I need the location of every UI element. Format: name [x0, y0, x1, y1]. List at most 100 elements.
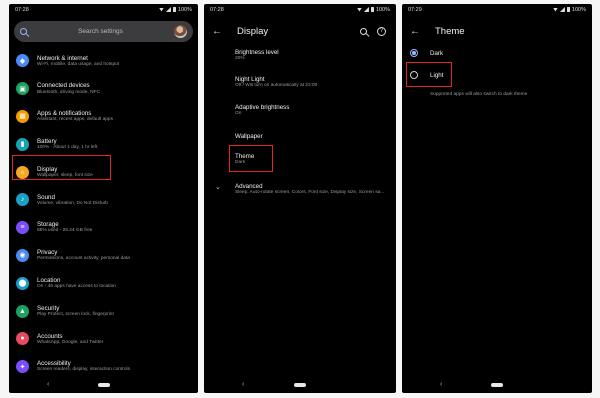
wifi-signal-icon — [356, 7, 362, 12]
cell-signal-icon — [559, 7, 565, 12]
option-label: Light — [430, 71, 444, 79]
search-icon — [20, 28, 27, 35]
item-subtitle: On - 46 apps have access to location — [37, 284, 116, 290]
item-title: Connected devices — [37, 82, 90, 90]
nav-bar: ‹ — [204, 377, 396, 393]
brightness-level-item[interactable]: Brightness level 20% — [235, 49, 392, 62]
nav-back-icon[interactable]: ‹ — [47, 381, 49, 388]
cell-signal-icon — [363, 7, 369, 12]
page-title: Theme — [435, 25, 465, 37]
item-subtitle: Dark — [235, 160, 246, 166]
status-bar: 07:29 100% — [402, 4, 592, 15]
settings-screen: 07:28 100% Search settings ◆ Network & in… — [9, 4, 198, 393]
settings-item-sound[interactable]: ♪ Sound Volume, vibration, Do Not Disturb — [9, 186, 198, 214]
nav-back-icon[interactable]: ‹ — [242, 381, 244, 388]
item-title: Location — [37, 276, 61, 284]
settings-list: ◆ Network & internet Wi-Fi, mobile, data u… — [9, 47, 198, 381]
lock-icon: ▲ — [16, 304, 29, 318]
battery-status-icon — [566, 7, 570, 12]
item-subtitle: Assistant, recent apps, default apps — [37, 117, 113, 123]
item-subtitle: Sleep, Auto-rotate screen, Colors, Font … — [235, 190, 385, 196]
storage-icon: ≡ — [16, 221, 29, 235]
nav-back-icon[interactable]: ‹ — [440, 381, 442, 388]
item-subtitle: WhatsApp, Google, and Twitter — [37, 339, 104, 345]
theme-note: Supported apps will also switch to dark … — [430, 92, 528, 97]
wallpaper-item[interactable]: Wallpaper — [235, 133, 392, 140]
back-arrow-icon[interactable]: ← — [212, 26, 226, 37]
cell-signal-icon — [165, 7, 171, 12]
devices-icon: ▣ — [16, 82, 29, 96]
chevron-down-icon[interactable]: ⌄ — [215, 183, 221, 191]
item-subtitle: Permissions, account activity, personal … — [37, 256, 130, 262]
page-title: Display — [237, 25, 269, 37]
search-bar[interactable]: Search settings — [14, 21, 193, 42]
settings-item-storage[interactable]: ≡ Storage 56% used - 28.24 GB free — [9, 214, 198, 242]
radio-selected-icon[interactable] — [410, 49, 418, 57]
item-title: Adaptive brightness — [235, 104, 290, 111]
app-bar: ← Display ? — [204, 19, 396, 43]
settings-item-display[interactable]: ☼ Display Wallpaper, sleep, font size — [9, 158, 198, 186]
battery-status-icon — [370, 7, 374, 12]
search-icon[interactable] — [360, 27, 367, 35]
item-subtitle: Volume, vibration, Do Not Disturb — [37, 200, 108, 206]
status-time: 07:28 — [15, 6, 29, 13]
theme-option-dark[interactable]: Dark — [402, 42, 592, 64]
night-light-item[interactable]: Night Light Off / Will turn on automatic… — [235, 76, 392, 89]
battery-percent: 100% — [177, 6, 192, 13]
nav-bar: ‹ — [9, 377, 198, 393]
settings-item-location[interactable]: ⬤ Location On - 46 apps have access to loc… — [9, 269, 198, 297]
settings-item-network-internet[interactable]: ◆ Network & internet Wi-Fi, mobile, data u… — [9, 47, 198, 75]
privacy-icon: ◉ — [16, 248, 29, 262]
app-bar: ← Theme — [402, 19, 592, 43]
item-subtitle: 100% · About 1 day, 1 hr left — [37, 145, 98, 151]
nav-bar: ‹ — [402, 377, 592, 393]
display-screen: 07:28 100% ← Display ? Brightness level … — [204, 4, 396, 393]
wifi-icon: ◆ — [16, 54, 29, 68]
item-subtitle: Screen readers, display, interaction con… — [37, 367, 130, 373]
item-title: Wallpaper — [235, 133, 263, 140]
item-subtitle: Wi-Fi, mobile, data usage, and hotspot — [37, 61, 120, 67]
item-subtitle: Wallpaper, sleep, font size — [37, 172, 93, 178]
settings-item-privacy[interactable]: ◉ Privacy Permissions, account activity, p… — [9, 242, 198, 270]
battery-icon: ▮ — [16, 137, 29, 151]
help-icon[interactable]: ? — [377, 26, 386, 36]
nav-home-button[interactable] — [294, 383, 306, 387]
adaptive-brightness-item[interactable]: Adaptive brightness On — [235, 104, 392, 117]
theme-screen: 07:29 100% ← Theme Dark Light Supported … — [402, 4, 592, 393]
status-time: 07:28 — [210, 6, 224, 13]
item-title: Accounts — [37, 332, 63, 340]
status-time: 07:29 — [408, 6, 422, 13]
item-subtitle: 56% used - 28.24 GB free — [37, 228, 93, 234]
wifi-signal-icon — [158, 7, 164, 12]
nav-home-button[interactable] — [491, 383, 503, 387]
battery-percent: 100% — [571, 6, 586, 13]
settings-item-accounts[interactable]: ● Accounts WhatsApp, Google, and Twitter — [9, 325, 198, 353]
advanced-item[interactable]: Advanced Sleep, Auto-rotate screen, Colo… — [235, 183, 392, 196]
volume-icon: ♪ — [16, 193, 29, 207]
theme-item[interactable]: Theme Dark — [235, 153, 392, 166]
accessibility-icon: ✦ — [16, 360, 29, 374]
wifi-signal-icon — [552, 7, 558, 12]
location-icon: ⬤ — [16, 276, 29, 290]
settings-item-apps-notifications[interactable]: ▦ Apps & notifications Assistant, recent a… — [9, 103, 198, 131]
status-bar: 07:28 100% — [204, 4, 396, 15]
item-title: Advanced — [235, 183, 263, 190]
settings-item-security[interactable]: ▲ Security Play Protect, screen lock, fing… — [9, 297, 198, 325]
radio-unselected-icon[interactable] — [410, 71, 418, 79]
battery-status-icon — [172, 7, 176, 12]
battery-percent: 100% — [375, 6, 390, 13]
theme-option-light[interactable]: Light — [402, 64, 592, 86]
nav-home-button[interactable] — [97, 383, 110, 387]
accounts-icon: ● — [16, 332, 29, 346]
avatar[interactable] — [174, 25, 187, 38]
item-title: Theme — [235, 153, 255, 160]
back-arrow-icon[interactable]: ← — [410, 26, 424, 37]
search-placeholder: Search settings — [78, 28, 123, 35]
item-subtitle: 20% — [235, 56, 245, 62]
item-title: Display — [37, 165, 58, 173]
item-title: Sound — [37, 193, 55, 201]
item-subtitle: Play Protect, screen lock, fingerprint — [37, 311, 114, 317]
item-title: Brightness level — [235, 49, 279, 56]
settings-item-battery[interactable]: ▮ Battery 100% · About 1 day, 1 hr left — [9, 130, 198, 158]
settings-item-connected-devices[interactable]: ▣ Connected devices Bluetooth, driving mod… — [9, 75, 198, 103]
